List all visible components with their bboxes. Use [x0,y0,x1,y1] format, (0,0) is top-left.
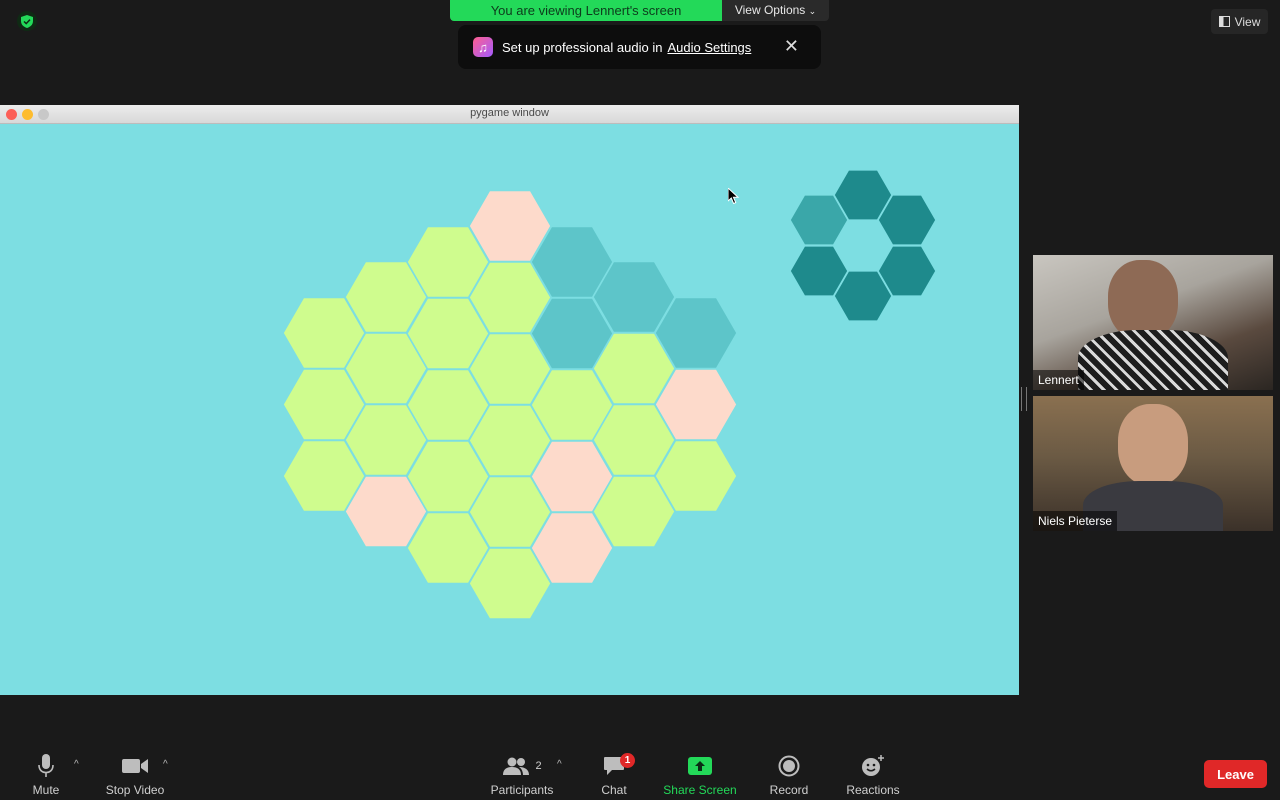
participant-face [1118,404,1188,486]
reactions-label: Reactions [846,783,900,797]
chevron-down-icon: ⌄ [808,6,817,16]
panel-resize-handle[interactable] [1021,387,1027,411]
participant-face [1108,260,1178,340]
music-note-icon: ♫ [473,37,493,57]
record-button[interactable]: Record [766,747,812,800]
game-board[interactable] [0,124,1019,695]
layout-icon [1218,16,1230,27]
stop-video-label: Stop Video [105,783,165,797]
chat-bubble-icon: 1 [603,751,635,781]
chat-button[interactable]: 1 Chat [596,747,635,800]
window-title: pygame window [470,107,549,119]
video-camera-icon [122,751,148,781]
audio-settings-toast: ♫ Set up professional audio in Audio Set… [458,25,821,69]
participants-count: 2 [535,760,542,772]
stop-video-button[interactable]: Stop Video [100,747,170,800]
participants-button[interactable]: 2 Participants [486,747,558,800]
share-screen-label: Share Screen [663,783,737,797]
mute-label: Mute [32,783,60,797]
record-icon [778,751,800,781]
mouse-cursor-icon [728,188,740,205]
participants-label: Participants [490,783,554,797]
share-screen-icon [688,751,712,781]
screen-share-banner: You are viewing Lennert's screen [450,0,722,21]
share-screen-button[interactable]: Share Screen [660,747,740,800]
participant-video-lennert[interactable]: Lennert [1033,255,1273,390]
participant-name: Niels Pieterse [1033,511,1118,531]
participants-options-caret-icon[interactable]: ^ [557,759,562,770]
mute-button[interactable]: Mute [26,747,66,800]
leave-meeting-button[interactable]: Leave [1204,760,1267,788]
view-button[interactable]: View [1211,9,1268,34]
window-titlebar[interactable]: pygame window [0,105,1019,124]
participant-video-niels[interactable]: Niels Pieterse [1033,396,1273,531]
audio-settings-link[interactable]: Audio Settings [667,40,751,55]
participants-icon: 2 [502,751,542,781]
view-label: View [1234,14,1261,29]
video-options-caret-icon[interactable]: ^ [163,759,168,770]
participant-name: Lennert [1033,370,1084,390]
view-options-button[interactable]: View Options ⌄ [722,0,829,21]
smiley-add-icon [861,751,885,781]
reactions-button[interactable]: Reactions [842,747,904,800]
close-icon[interactable]: ✕ [784,36,799,57]
chat-label: Chat [601,783,627,797]
participant-sweater [1078,330,1228,390]
record-label: Record [769,783,809,797]
toast-message: Set up professional audio in [502,39,663,55]
view-options-label: View Options [734,3,806,17]
chat-unread-badge: 1 [620,753,635,768]
pygame-window[interactable]: pygame window [0,105,1019,695]
microphone-icon [38,751,54,781]
security-shield-icon[interactable] [17,11,37,31]
meeting-toolbar: Mute ^ Stop Video ^ 2 Participants ^ 1 C… [0,747,1280,800]
audio-options-caret-icon[interactable]: ^ [74,759,79,770]
